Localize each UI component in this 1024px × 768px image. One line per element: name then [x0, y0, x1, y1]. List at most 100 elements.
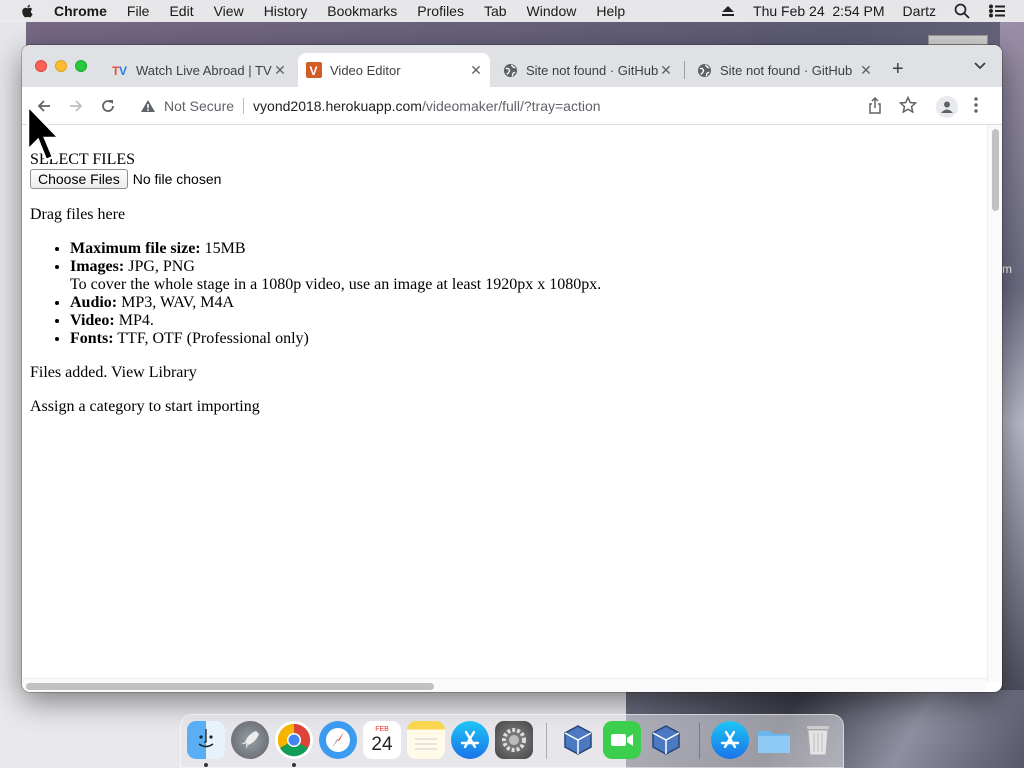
menu-clock[interactable]: Thu Feb 24 2:54 PM — [753, 3, 885, 19]
menu-profiles[interactable]: Profiles — [417, 3, 464, 19]
address-divider — [243, 98, 245, 114]
tv-logo-icon: TV — [112, 62, 128, 78]
choose-files-button[interactable]: Choose Files — [30, 169, 128, 189]
req-label: Maximum file size: — [70, 240, 201, 257]
profile-avatar-icon[interactable] — [936, 96, 958, 118]
running-indicator — [292, 763, 296, 767]
tab-watch-live-abroad[interactable]: TV Watch Live Abroad | TV ✕ — [104, 53, 294, 87]
req-value: MP3, WAV, M4A — [117, 294, 235, 311]
tab-close-icon[interactable]: ✕ — [658, 62, 674, 79]
finder-icon[interactable] — [187, 721, 225, 759]
notes-icon[interactable] — [407, 721, 445, 759]
reload-icon[interactable] — [98, 96, 118, 116]
scroll-thumb[interactable] — [26, 683, 434, 690]
file-requirements-list: Maximum file size: 15MB Images: JPG, PNG… — [70, 240, 601, 348]
desktop-wallpaper — [1000, 20, 1024, 690]
svg-text:V: V — [310, 64, 318, 78]
tab-search-chevron-down-icon[interactable] — [974, 61, 986, 71]
req-value: MP4. — [114, 312, 154, 329]
scroll-thumb[interactable] — [992, 129, 999, 211]
no-file-chosen-label: No file chosen — [132, 171, 222, 187]
menu-window[interactable]: Window — [527, 3, 577, 19]
menu-user[interactable]: Dartz — [903, 3, 936, 19]
share-icon[interactable] — [868, 97, 882, 115]
minimize-window-button[interactable] — [55, 60, 67, 72]
spotlight-search-icon[interactable] — [954, 3, 970, 19]
menu-tab[interactable]: Tab — [484, 3, 507, 19]
file-input[interactable]: Choose Files No file chosen — [30, 169, 221, 189]
launchpad-rocket-icon[interactable] — [231, 721, 269, 759]
menu-app-name[interactable]: Chrome — [54, 3, 107, 19]
list-item: Maximum file size: 15MB — [70, 240, 601, 258]
req-value: TTF, OTF (Professional only) — [113, 330, 309, 347]
list-item: Images: JPG, PNGTo cover the whole stage… — [70, 258, 601, 294]
control-center-icon[interactable] — [988, 4, 1006, 18]
list-item: Audio: MP3, WAV, M4A — [70, 294, 601, 312]
url-host: vyond2018.herokuapp.com — [253, 98, 422, 114]
tab-title: Watch Live Abroad | TV — [136, 62, 272, 78]
menu-bar: Chrome File Edit View History Bookmarks … — [0, 0, 1024, 22]
trash-icon[interactable] — [799, 721, 837, 759]
chrome-menu-icon[interactable] — [974, 97, 978, 113]
tab-site-not-found-1[interactable]: Site not found · GitHub ✕ — [494, 53, 680, 87]
zoom-window-button[interactable] — [75, 60, 87, 72]
files-added-message[interactable]: Files added. View Library — [30, 364, 197, 382]
menu-history[interactable]: History — [264, 3, 308, 19]
tab-site-not-found-2[interactable]: Site not found · GitHub ✕ — [688, 53, 880, 87]
assign-category-message: Assign a category to start importing — [30, 398, 260, 415]
menu-bookmarks[interactable]: Bookmarks — [327, 3, 397, 19]
calendar-month: FEB — [375, 725, 389, 733]
safari-compass-icon[interactable] — [319, 721, 357, 759]
app-store-download-icon[interactable] — [711, 721, 749, 759]
calendar-day: 24 — [371, 733, 393, 755]
globe-icon — [696, 62, 712, 78]
drop-zone[interactable]: Drag files here — [30, 206, 125, 224]
calendar-icon[interactable]: FEB 24 — [363, 721, 401, 759]
tab-video-editor[interactable]: V Video Editor ✕ — [298, 53, 490, 87]
not-secure-warning-icon[interactable] — [140, 99, 156, 113]
menu-help[interactable]: Help — [596, 3, 625, 19]
menu-edit[interactable]: Edit — [169, 3, 193, 19]
list-item: Fonts: TTF, OTF (Professional only) — [70, 330, 601, 348]
globe-icon — [502, 62, 518, 78]
tab-close-icon[interactable]: ✕ — [272, 62, 288, 79]
list-item: Video: MP4. — [70, 312, 601, 330]
tab-strip: TV Watch Live Abroad | TV ✕ V Video Edit… — [22, 45, 1002, 87]
running-indicator — [204, 763, 208, 767]
vyond-v-icon: V — [306, 62, 322, 78]
apple-logo-icon[interactable] — [18, 3, 38, 19]
req-note: To cover the whole stage in a 1080p vide… — [70, 276, 602, 293]
menu-view[interactable]: View — [214, 3, 244, 19]
url-path: /videomaker/full/?tray=action — [421, 98, 601, 114]
new-tab-plus-icon[interactable]: + — [892, 59, 904, 79]
facetime-video-icon[interactable] — [603, 721, 641, 759]
menu-file[interactable]: File — [127, 3, 150, 19]
virtualbox-cube-icon[interactable] — [559, 721, 597, 759]
dock: FEB 24 — [180, 714, 844, 768]
req-label: Fonts: — [70, 330, 114, 347]
security-label[interactable]: Not Secure — [164, 98, 234, 114]
dock-divider — [546, 723, 547, 759]
tab-close-icon[interactable]: ✕ — [858, 62, 874, 79]
system-preferences-gear-icon[interactable] — [495, 721, 533, 759]
tab-title: Site not found · GitHub — [720, 62, 853, 78]
app-store-icon[interactable] — [451, 721, 489, 759]
chrome-icon[interactable] — [275, 721, 313, 759]
virtualbox-cube-icon[interactable] — [647, 721, 685, 759]
desktop-thumbnail — [928, 35, 988, 45]
address-bar[interactable]: Not Secure vyond2018.herokuapp.com/video… — [130, 91, 930, 121]
mouse-cursor-icon — [26, 104, 62, 162]
eject-icon[interactable] — [721, 5, 735, 17]
browser-window: TV Watch Live Abroad | TV ✕ V Video Edit… — [22, 45, 1002, 692]
bookmark-star-icon[interactable] — [899, 96, 917, 114]
browser-toolbar: Not Secure vyond2018.herokuapp.com/video… — [22, 87, 1002, 125]
tab-close-icon[interactable]: ✕ — [468, 62, 484, 79]
forward-arrow-icon[interactable] — [66, 96, 86, 116]
vertical-scrollbar[interactable] — [987, 125, 1002, 682]
tab-title: Video Editor — [330, 62, 401, 78]
horizontal-scrollbar[interactable] — [22, 678, 987, 692]
req-label: Video: — [70, 312, 115, 329]
close-window-button[interactable] — [35, 60, 47, 72]
downloads-folder-icon[interactable] — [755, 721, 793, 759]
desktop-side-text: m — [1002, 262, 1012, 276]
